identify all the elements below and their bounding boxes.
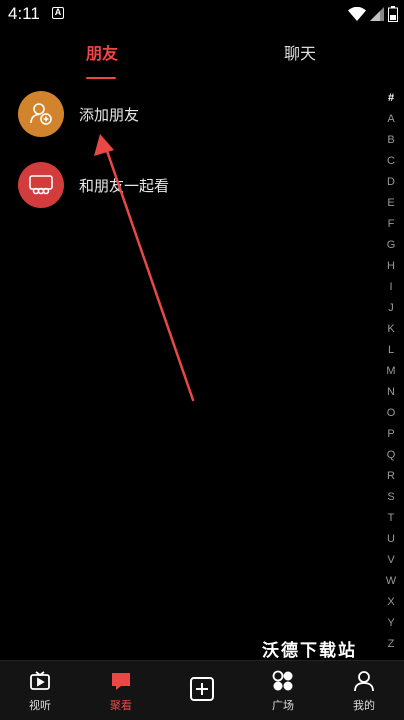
nav-item-square[interactable]: 广场 [253,667,313,713]
person-icon [354,671,374,692]
nav-item-mine[interactable]: 我的 [334,667,394,713]
nav-item-add[interactable] [172,667,232,711]
tv-icon [30,671,50,690]
bottom-nav: 视听 聚看 广场 我的 [0,660,404,720]
chat-bubble-icon [112,673,130,690]
nav-label: 视听 [29,699,51,712]
nav-label: 广场 [272,699,294,712]
annotation-arrow [94,134,195,402]
nav-label: 聚看 [110,699,132,712]
square-icon [272,670,293,691]
nav-item-tv[interactable]: 视听 [10,667,70,713]
watermark-text: 沃德下载站 [262,641,357,661]
nav-item-juxian[interactable]: 聚看 [91,667,151,713]
add-box-icon [190,677,214,701]
nav-label: 我的 [353,699,375,712]
